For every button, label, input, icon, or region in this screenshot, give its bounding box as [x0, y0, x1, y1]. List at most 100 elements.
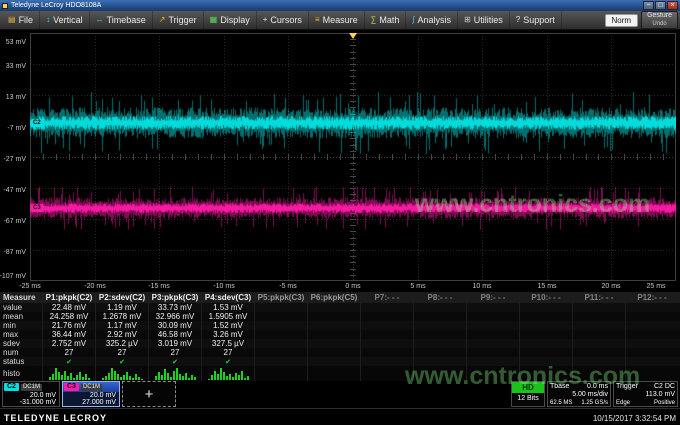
gesture-button[interactable]: Gesture Undo	[641, 11, 678, 29]
measure-table-title: Measure	[0, 293, 42, 302]
measure-column-p8[interactable]: P8:- - -	[413, 292, 466, 303]
measure-column-p2[interactable]: P2:sdev(C2)	[95, 292, 148, 303]
trigger-box[interactable]: Trigger C2 DC 113.0 mV Edge Positive	[613, 381, 678, 407]
measure-cell	[360, 312, 413, 321]
measure-cell	[360, 339, 413, 348]
measure-cell	[360, 330, 413, 339]
measure-column-p9[interactable]: P9:- - -	[466, 292, 519, 303]
menu-label: Measure	[323, 15, 358, 25]
channel-c3-offset: 27.000 mV	[63, 399, 119, 406]
measure-cell: 1.2678 mV	[95, 312, 148, 321]
x-axis-label: -25 ms	[10, 283, 50, 290]
maximize-button[interactable]: □	[655, 1, 666, 10]
channel-c2-descriptor[interactable]: C2 DC1M 20.0 mV -31.000 mV	[2, 381, 60, 407]
measure-cell: 1.19 mV	[95, 303, 148, 312]
measure-column-p10[interactable]: P10:- - -	[519, 292, 572, 303]
menubar-right: Norm Gesture Undo	[605, 11, 678, 29]
measure-cell	[254, 321, 307, 330]
math-icon: ∑	[371, 16, 377, 24]
display-icon: ▦	[210, 16, 218, 24]
measure-row-label: max	[0, 330, 42, 339]
measure-cell: 30.09 mV	[148, 321, 201, 330]
menu-label: Display	[220, 15, 250, 25]
channel-c3-descriptor[interactable]: C3 DC1M 20.0 mV 27.000 mV	[62, 381, 120, 407]
measure-cell	[572, 321, 625, 330]
window-controls: − □ ×	[643, 1, 678, 10]
menu-trigger[interactable]: ↗Trigger	[153, 11, 204, 29]
menu-timebase[interactable]: ↔Timebase	[90, 11, 153, 29]
measure-cell	[625, 330, 678, 339]
undo-button[interactable]: Undo	[652, 20, 666, 28]
channel-c3-level-indicator[interactable]: C3	[31, 204, 43, 212]
channel-c2-level-indicator[interactable]: C2	[31, 119, 43, 127]
minimize-button[interactable]: −	[643, 1, 654, 10]
measure-cell	[254, 357, 307, 366]
measure-cell	[307, 357, 360, 366]
trigger-mode-indicator[interactable]: Norm	[605, 14, 639, 27]
timebase-icon: ↔	[96, 16, 104, 24]
channel-c3-coupling: DC1M	[81, 384, 102, 391]
measure-column-p3[interactable]: P3:pkpk(C3)	[148, 292, 201, 303]
measure-cell	[519, 330, 572, 339]
measure-cell	[413, 321, 466, 330]
y-axis-label: 53 mV	[6, 39, 26, 46]
menu-support[interactable]: ?Support	[510, 11, 562, 29]
measure-cell	[307, 339, 360, 348]
analysis-icon: ∫	[412, 16, 414, 24]
measure-cell: 21.76 mV	[42, 321, 95, 330]
measure-column-p11[interactable]: P11:- - -	[572, 292, 625, 303]
measure-cell	[625, 357, 678, 366]
measure-cell	[413, 303, 466, 312]
measure-cell: ✔	[201, 357, 254, 366]
menu-utilities[interactable]: ⊞Utilities	[458, 11, 510, 29]
menu-file[interactable]: ▤File	[2, 11, 40, 29]
measure-cell: 22.48 mV	[42, 303, 95, 312]
oscilloscope-screen: Teledyne LeCroy HDO8108A − □ × ▤File↕Ver…	[0, 0, 680, 425]
measure-cell	[572, 339, 625, 348]
trigger-position-marker[interactable]	[349, 33, 357, 39]
measure-cell	[466, 321, 519, 330]
menu-label: Utilities	[474, 15, 503, 25]
measure-cell	[625, 348, 678, 357]
menu-label: Math	[379, 15, 399, 25]
x-axis-label: -20 ms	[75, 283, 115, 290]
add-channel-button[interactable]: +	[122, 381, 176, 407]
trigger-type: Edge	[616, 399, 630, 407]
measure-column-p7[interactable]: P7:- - -	[360, 292, 413, 303]
menu-vertical[interactable]: ↕Vertical	[40, 11, 90, 29]
measure-column-p12[interactable]: P12:- - -	[625, 292, 678, 303]
y-axis-label: -47 mV	[3, 187, 26, 194]
hd-mode-box[interactable]: HD 12 Bits	[511, 381, 545, 407]
timebase-box[interactable]: Tbase 0.0 ms 5.00 ms/div 62.5 MS 1.25 GS…	[547, 381, 611, 407]
window-title: Teledyne LeCroy HDO8108A	[11, 2, 101, 9]
menu-analysis[interactable]: ∫Analysis	[406, 11, 458, 29]
close-button[interactable]: ×	[667, 1, 678, 10]
vertical-icon: ↕	[46, 16, 50, 24]
menu-measure[interactable]: ≡Measure	[309, 11, 365, 29]
y-axis-label: -87 mV	[3, 249, 26, 256]
measure-column-p4[interactable]: P4:sdev(C3)	[201, 292, 254, 303]
x-axis-label: -15 ms	[139, 283, 179, 290]
trigger-level: 113.0 mV	[646, 391, 675, 399]
measure-cell	[572, 330, 625, 339]
measure-column-p5[interactable]: P5:pkpk(C3)	[254, 292, 307, 303]
utilities-icon: ⊞	[464, 16, 471, 24]
measure-cell	[519, 312, 572, 321]
channel-c3-vdiv: 20.0 mV	[63, 392, 119, 399]
menu-math[interactable]: ∑Math	[365, 11, 407, 29]
menu-cursors[interactable]: +Cursors	[257, 11, 309, 29]
time-per-div: 5.00 ms/div	[572, 391, 608, 399]
measure-cell: 24.258 mV	[42, 312, 95, 321]
waveform-canvas[interactable]	[30, 33, 676, 281]
measure-cell: 1.52 mV	[201, 321, 254, 330]
y-axis-label: -7 mV	[7, 125, 26, 132]
histogram-icon	[102, 367, 143, 380]
measure-column-p6[interactable]: P6:pkpk(C5)	[307, 292, 360, 303]
measure-column-p1[interactable]: P1:pkpk(C2)	[42, 292, 95, 303]
measure-row-status: status✔✔✔✔	[0, 357, 680, 366]
measure-cell: 3.26 mV	[201, 330, 254, 339]
measure-cell	[307, 330, 360, 339]
menu-display[interactable]: ▦Display	[204, 11, 257, 29]
measure-cell: 2.92 mV	[95, 330, 148, 339]
x-axis-label: 25 ms	[636, 283, 676, 290]
